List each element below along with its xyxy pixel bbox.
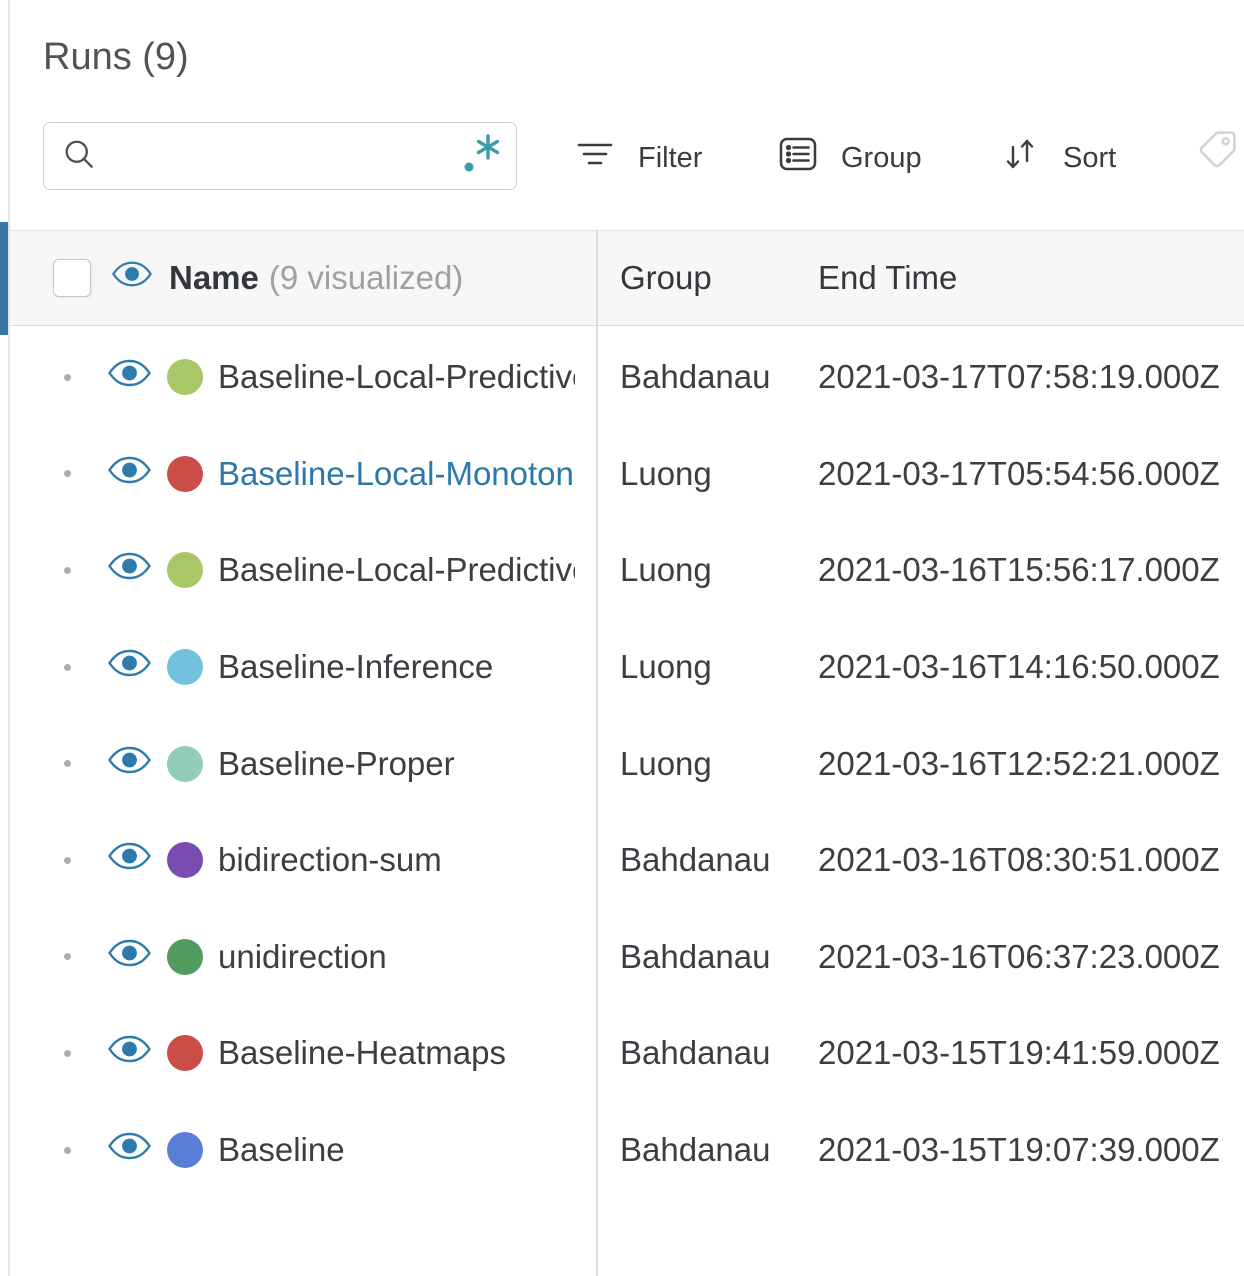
drag-handle[interactable]	[64, 760, 71, 768]
run-name-cell: Baseline-Local-Predictive	[10, 551, 597, 589]
run-group: Bahdanau	[620, 841, 771, 879]
run-color-dot[interactable]	[167, 1035, 203, 1072]
run-color-dot[interactable]	[167, 842, 203, 879]
run-color-dot[interactable]	[167, 455, 203, 492]
runs-table-body: Baseline-Local-Predictive Bahdanau 2021-…	[10, 329, 1244, 1198]
drag-handle[interactable]	[64, 953, 71, 961]
group-label: Group	[841, 141, 922, 174]
run-color-dot[interactable]	[167, 745, 203, 782]
eye-icon[interactable]	[107, 745, 152, 783]
run-end-time: 2021-03-16T08:30:51.000Z	[818, 841, 1220, 879]
table-row: Baseline-Local-Predictive Bahdanau 2021-…	[10, 329, 1244, 426]
drag-handle[interactable]	[64, 373, 71, 381]
run-group: Luong	[620, 551, 712, 589]
run-group: Bahdanau	[620, 1131, 771, 1169]
run-name-cell: unidirection	[10, 938, 597, 976]
drag-handle[interactable]	[64, 470, 71, 478]
run-name-cell: Baseline	[10, 1131, 597, 1169]
search-icon	[61, 136, 97, 177]
run-name-link[interactable]: Baseline-Proper	[218, 745, 455, 783]
run-name-cell: Baseline-Local-Predictive	[10, 358, 597, 396]
run-name-link[interactable]: unidirection	[218, 938, 387, 976]
run-name-link[interactable]: Baseline	[218, 1131, 345, 1169]
run-group: Bahdanau	[620, 358, 771, 396]
run-name-cell: Baseline-Heatmaps	[10, 1034, 597, 1072]
run-name-link[interactable]: Baseline-Inference	[218, 648, 493, 686]
run-end-time: 2021-03-17T07:58:19.000Z	[818, 358, 1220, 396]
run-end-time: 2021-03-16T12:52:21.000Z	[818, 744, 1220, 782]
visualized-count: (9 visualized)	[268, 259, 464, 296]
group-icon	[779, 136, 817, 180]
table-row: Baseline Bahdanau 2021-03-15T19:07:39.00…	[10, 1102, 1244, 1199]
run-color-dot[interactable]	[167, 359, 203, 396]
filter-button[interactable]: Filter	[576, 138, 702, 178]
name-column-label: Name	[169, 259, 259, 296]
run-group: Luong	[620, 648, 712, 686]
run-name-link[interactable]: Baseline-Local-Predictive	[218, 551, 575, 589]
eye-icon[interactable]	[107, 841, 152, 879]
run-group: Luong	[620, 454, 712, 492]
run-name-link[interactable]: Baseline-Local-Predictive	[218, 358, 575, 396]
table-row: Baseline-Local-Predictive Luong 2021-03-…	[10, 522, 1244, 619]
table-row: bidirection-sum Bahdanau 2021-03-16T08:3…	[10, 812, 1244, 909]
scrollbar-thumb[interactable]	[0, 222, 8, 335]
sort-icon	[1001, 136, 1039, 180]
drag-handle[interactable]	[64, 856, 71, 864]
run-name-cell: Baseline-Local-Monotonic	[10, 455, 597, 493]
drag-handle[interactable]	[64, 1049, 71, 1057]
filter-label: Filter	[638, 141, 703, 174]
eye-icon[interactable]	[107, 938, 152, 976]
eye-icon[interactable]	[107, 455, 152, 493]
eye-icon[interactable]	[107, 551, 152, 589]
run-group: Bahdanau	[620, 937, 771, 975]
table-row: Baseline-Heatmaps Bahdanau 2021-03-15T19…	[10, 1005, 1244, 1102]
page-title: Runs (9)	[43, 36, 189, 78]
run-group: Bahdanau	[620, 1034, 771, 1072]
tag-icon	[1196, 129, 1238, 179]
run-end-time: 2021-03-15T19:41:59.000Z	[818, 1034, 1220, 1072]
run-color-dot[interactable]	[167, 649, 203, 686]
select-all-checkbox[interactable]	[53, 259, 91, 297]
run-end-time: 2021-03-16T06:37:23.000Z	[818, 937, 1220, 975]
run-name-cell: Baseline-Proper	[10, 745, 597, 783]
run-name-link[interactable]: bidirection-sum	[218, 841, 442, 879]
run-end-time: 2021-03-16T14:16:50.000Z	[818, 648, 1220, 686]
eye-icon[interactable]	[107, 1034, 152, 1072]
table-row: unidirection Bahdanau 2021-03-16T06:37:2…	[10, 909, 1244, 1006]
table-row: Baseline-Local-Monotonic Luong 2021-03-1…	[10, 426, 1244, 523]
group-button[interactable]: Group	[779, 136, 922, 180]
table-row: Baseline-Inference Luong 2021-03-16T14:1…	[10, 619, 1244, 716]
run-group: Luong	[620, 744, 712, 782]
regex-icon[interactable]	[460, 131, 502, 182]
table-row: Baseline-Proper Luong 2021-03-16T12:52:2…	[10, 715, 1244, 812]
drag-handle[interactable]	[64, 663, 71, 671]
run-end-time: 2021-03-17T05:54:56.000Z	[818, 454, 1220, 492]
name-column-header[interactable]: Name (9 visualized)	[10, 259, 597, 297]
run-name-cell: bidirection-sum	[10, 841, 597, 879]
filter-icon	[576, 140, 614, 176]
sort-label: Sort	[1063, 141, 1117, 174]
table-header: Name (9 visualized) Group End Time	[10, 230, 1244, 326]
search-input[interactable]	[111, 139, 460, 173]
run-color-dot[interactable]	[167, 1132, 203, 1169]
visibility-eye-icon[interactable]	[111, 259, 153, 297]
run-end-time: 2021-03-16T15:56:17.000Z	[818, 551, 1220, 589]
run-color-dot[interactable]	[167, 938, 203, 975]
tag-button[interactable]	[1196, 131, 1238, 174]
eye-icon[interactable]	[107, 358, 152, 396]
end-time-column-header[interactable]: End Time	[793, 259, 1244, 297]
run-name-cell: Baseline-Inference	[10, 648, 597, 686]
run-name-link[interactable]: Baseline-Heatmaps	[218, 1034, 506, 1072]
run-name-link[interactable]: Baseline-Local-Monotonic	[218, 455, 575, 493]
search-box[interactable]	[43, 122, 517, 190]
eye-icon[interactable]	[107, 1131, 152, 1169]
run-end-time: 2021-03-15T19:07:39.000Z	[818, 1131, 1220, 1169]
drag-handle[interactable]	[64, 1146, 71, 1154]
sort-button[interactable]: Sort	[1001, 138, 1116, 178]
drag-handle[interactable]	[64, 566, 71, 574]
run-color-dot[interactable]	[167, 552, 203, 589]
group-column-header[interactable]: Group	[597, 259, 793, 297]
eye-icon[interactable]	[107, 648, 152, 686]
